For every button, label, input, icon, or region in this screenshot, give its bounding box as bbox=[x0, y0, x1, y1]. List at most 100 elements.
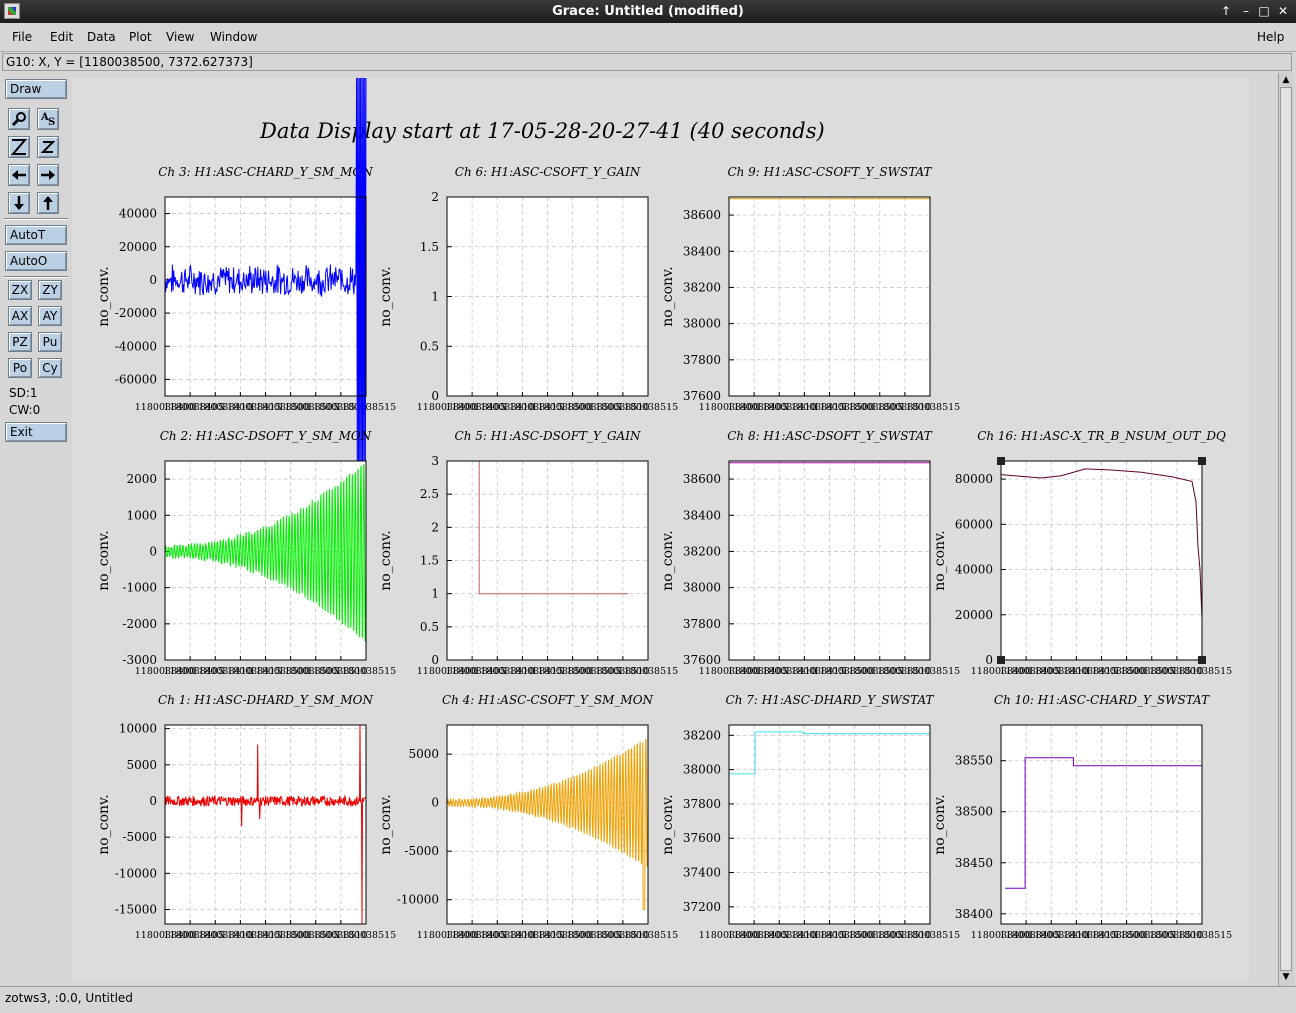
y-tick-label: 37200 bbox=[683, 900, 721, 914]
scroll-up-icon[interactable]: ▲ bbox=[1280, 74, 1292, 86]
y-tick-label: 37800 bbox=[683, 617, 721, 631]
y-tick-label: 37600 bbox=[683, 831, 721, 845]
zx-button[interactable]: ZX bbox=[8, 280, 32, 300]
y-tick-label: -10000 bbox=[397, 893, 439, 907]
chart-title: Ch 6: H1:ASC-CSOFT_Y_GAIN bbox=[455, 165, 641, 179]
y-tick-label: 38000 bbox=[683, 581, 721, 595]
arrow-left-icon[interactable] bbox=[8, 164, 30, 186]
y-tick-label: 60000 bbox=[955, 517, 993, 531]
y-tick-label: 1 bbox=[431, 587, 439, 601]
y-tick-label: 38400 bbox=[955, 907, 993, 921]
y-axis-label: no_conv. bbox=[96, 266, 112, 326]
minimize-icon[interactable]: – bbox=[1238, 3, 1254, 19]
x-tick-label: 1180038515 bbox=[1172, 930, 1232, 941]
chart-title: Ch 1: H1:ASC-DHARD_Y_SM_MON bbox=[158, 693, 373, 707]
cy-button[interactable]: Cy bbox=[38, 358, 62, 378]
close-icon[interactable]: ✕ bbox=[1275, 3, 1291, 19]
y-axis-label: no_conv. bbox=[660, 266, 676, 326]
maximize-icon[interactable]: □ bbox=[1256, 3, 1272, 19]
window-title: Grace: Untitled (modified) bbox=[552, 4, 744, 19]
x-tick-label: 1180038515 bbox=[900, 402, 960, 413]
y-tick-label: 37400 bbox=[683, 866, 721, 880]
y-axis-label: no_conv. bbox=[660, 530, 676, 590]
y-tick-label: 38400 bbox=[683, 244, 721, 258]
scroll-thumb[interactable] bbox=[1280, 87, 1292, 971]
autot-button[interactable]: AutoT bbox=[5, 225, 67, 245]
y-axis-label: no_conv. bbox=[96, 794, 112, 854]
menu-file[interactable]: File bbox=[12, 30, 32, 44]
pz-button[interactable]: PZ bbox=[8, 332, 32, 352]
chart-title: Ch 10: H1:ASC-CHARD_Y_SWSTAT bbox=[994, 693, 1210, 707]
x-tick-label: 1180038515 bbox=[618, 666, 678, 677]
zoom-z-icon[interactable] bbox=[8, 136, 30, 158]
plot-canvas[interactable]: Data Display start at 17-05-28-20-27-41 … bbox=[72, 64, 1249, 981]
y-tick-label: 38600 bbox=[683, 208, 721, 222]
menu-window[interactable]: Window bbox=[210, 30, 257, 44]
magnifier-icon[interactable] bbox=[8, 108, 30, 130]
draw-button[interactable]: Draw bbox=[5, 79, 67, 99]
y-tick-label: 10000 bbox=[119, 722, 157, 736]
y-tick-label: 1000 bbox=[126, 508, 157, 522]
y-tick-label: 0 bbox=[431, 796, 439, 810]
autoo-button[interactable]: AutoO bbox=[5, 251, 67, 271]
arrow-up-icon[interactable] bbox=[37, 192, 59, 214]
x-tick-label: 1180038515 bbox=[336, 930, 396, 941]
y-tick-label: 2 bbox=[431, 520, 439, 534]
chart-title: Ch 3: H1:ASC-CHARD_Y_SM_MON bbox=[158, 165, 373, 179]
zoom-small-z-icon[interactable] bbox=[37, 136, 59, 158]
y-axis-label: no_conv. bbox=[932, 794, 948, 854]
chart-title: Ch 16: H1:ASC-X_TR_B_NSUM_OUT_DQ bbox=[977, 429, 1226, 443]
y-tick-label: 37800 bbox=[683, 353, 721, 367]
selection-handle bbox=[1198, 656, 1206, 664]
y-tick-label: 1.5 bbox=[420, 240, 439, 254]
y-tick-label: 0 bbox=[149, 273, 157, 287]
arrow-right-icon[interactable] bbox=[37, 164, 59, 186]
raise-icon[interactable]: ↑ bbox=[1218, 3, 1234, 19]
zy-button[interactable]: ZY bbox=[38, 280, 62, 300]
menu-help[interactable]: Help bbox=[1257, 30, 1284, 44]
y-tick-label: 5000 bbox=[408, 747, 439, 761]
vertical-scrollbar[interactable]: ▲ ▼ bbox=[1278, 73, 1294, 986]
y-axis-label: no_conv. bbox=[378, 794, 394, 854]
selection-handle bbox=[997, 457, 1005, 465]
menu-view[interactable]: View bbox=[166, 30, 194, 44]
menu-plot[interactable]: Plot bbox=[129, 30, 152, 44]
canvas-area: Data Display start at 17-05-28-20-27-41 … bbox=[72, 64, 1278, 986]
y-tick-label: 38400 bbox=[683, 508, 721, 522]
y-tick-label: 37600 bbox=[683, 389, 721, 403]
y-tick-label: -2000 bbox=[122, 617, 157, 631]
y-tick-label: -60000 bbox=[115, 372, 157, 386]
status-bar: zotws3, :0.0, Untitled bbox=[0, 986, 1296, 1013]
arrow-down-icon[interactable] bbox=[8, 192, 30, 214]
y-tick-label: 2000 bbox=[126, 472, 157, 486]
po-button[interactable]: Po bbox=[8, 358, 32, 378]
y-tick-label: 0.5 bbox=[420, 620, 439, 634]
y-tick-label: 0 bbox=[431, 653, 439, 667]
pu-button[interactable]: Pu bbox=[38, 332, 62, 352]
y-tick-label: -1000 bbox=[122, 581, 157, 595]
separator bbox=[4, 218, 68, 220]
scroll-down-icon[interactable]: ▼ bbox=[1280, 971, 1292, 983]
y-tick-label: 1 bbox=[431, 290, 439, 304]
y-tick-label: 38600 bbox=[683, 472, 721, 486]
chart-title: Ch 7: H1:ASC-DHARD_Y_SWSTAT bbox=[726, 693, 935, 707]
y-axis-label: no_conv. bbox=[378, 530, 394, 590]
ax-button[interactable]: AX bbox=[8, 306, 32, 326]
locator-text: G10: X, Y = [1180038500, 7372.627373] bbox=[6, 55, 253, 69]
graph-svg: Data Display start at 17-05-28-20-27-41 … bbox=[96, 64, 1232, 941]
menu-edit[interactable]: Edit bbox=[50, 30, 73, 44]
x-tick-label: 1180038515 bbox=[336, 666, 396, 677]
chart-title: Ch 9: H1:ASC-CSOFT_Y_SWSTAT bbox=[727, 165, 932, 179]
text-as-icon[interactable]: AS bbox=[37, 108, 59, 130]
y-tick-label: 38550 bbox=[955, 754, 993, 768]
y-tick-label: 0 bbox=[985, 653, 993, 667]
exit-button[interactable]: Exit bbox=[5, 422, 67, 442]
menu-data[interactable]: Data bbox=[87, 30, 116, 44]
ay-button[interactable]: AY bbox=[38, 306, 62, 326]
y-tick-label: 5000 bbox=[126, 758, 157, 772]
y-tick-label: 2 bbox=[431, 190, 439, 204]
y-tick-label: -5000 bbox=[122, 830, 157, 844]
y-tick-label: 38200 bbox=[683, 280, 721, 294]
y-tick-label: 37800 bbox=[683, 797, 721, 811]
y-tick-label: 38200 bbox=[683, 544, 721, 558]
